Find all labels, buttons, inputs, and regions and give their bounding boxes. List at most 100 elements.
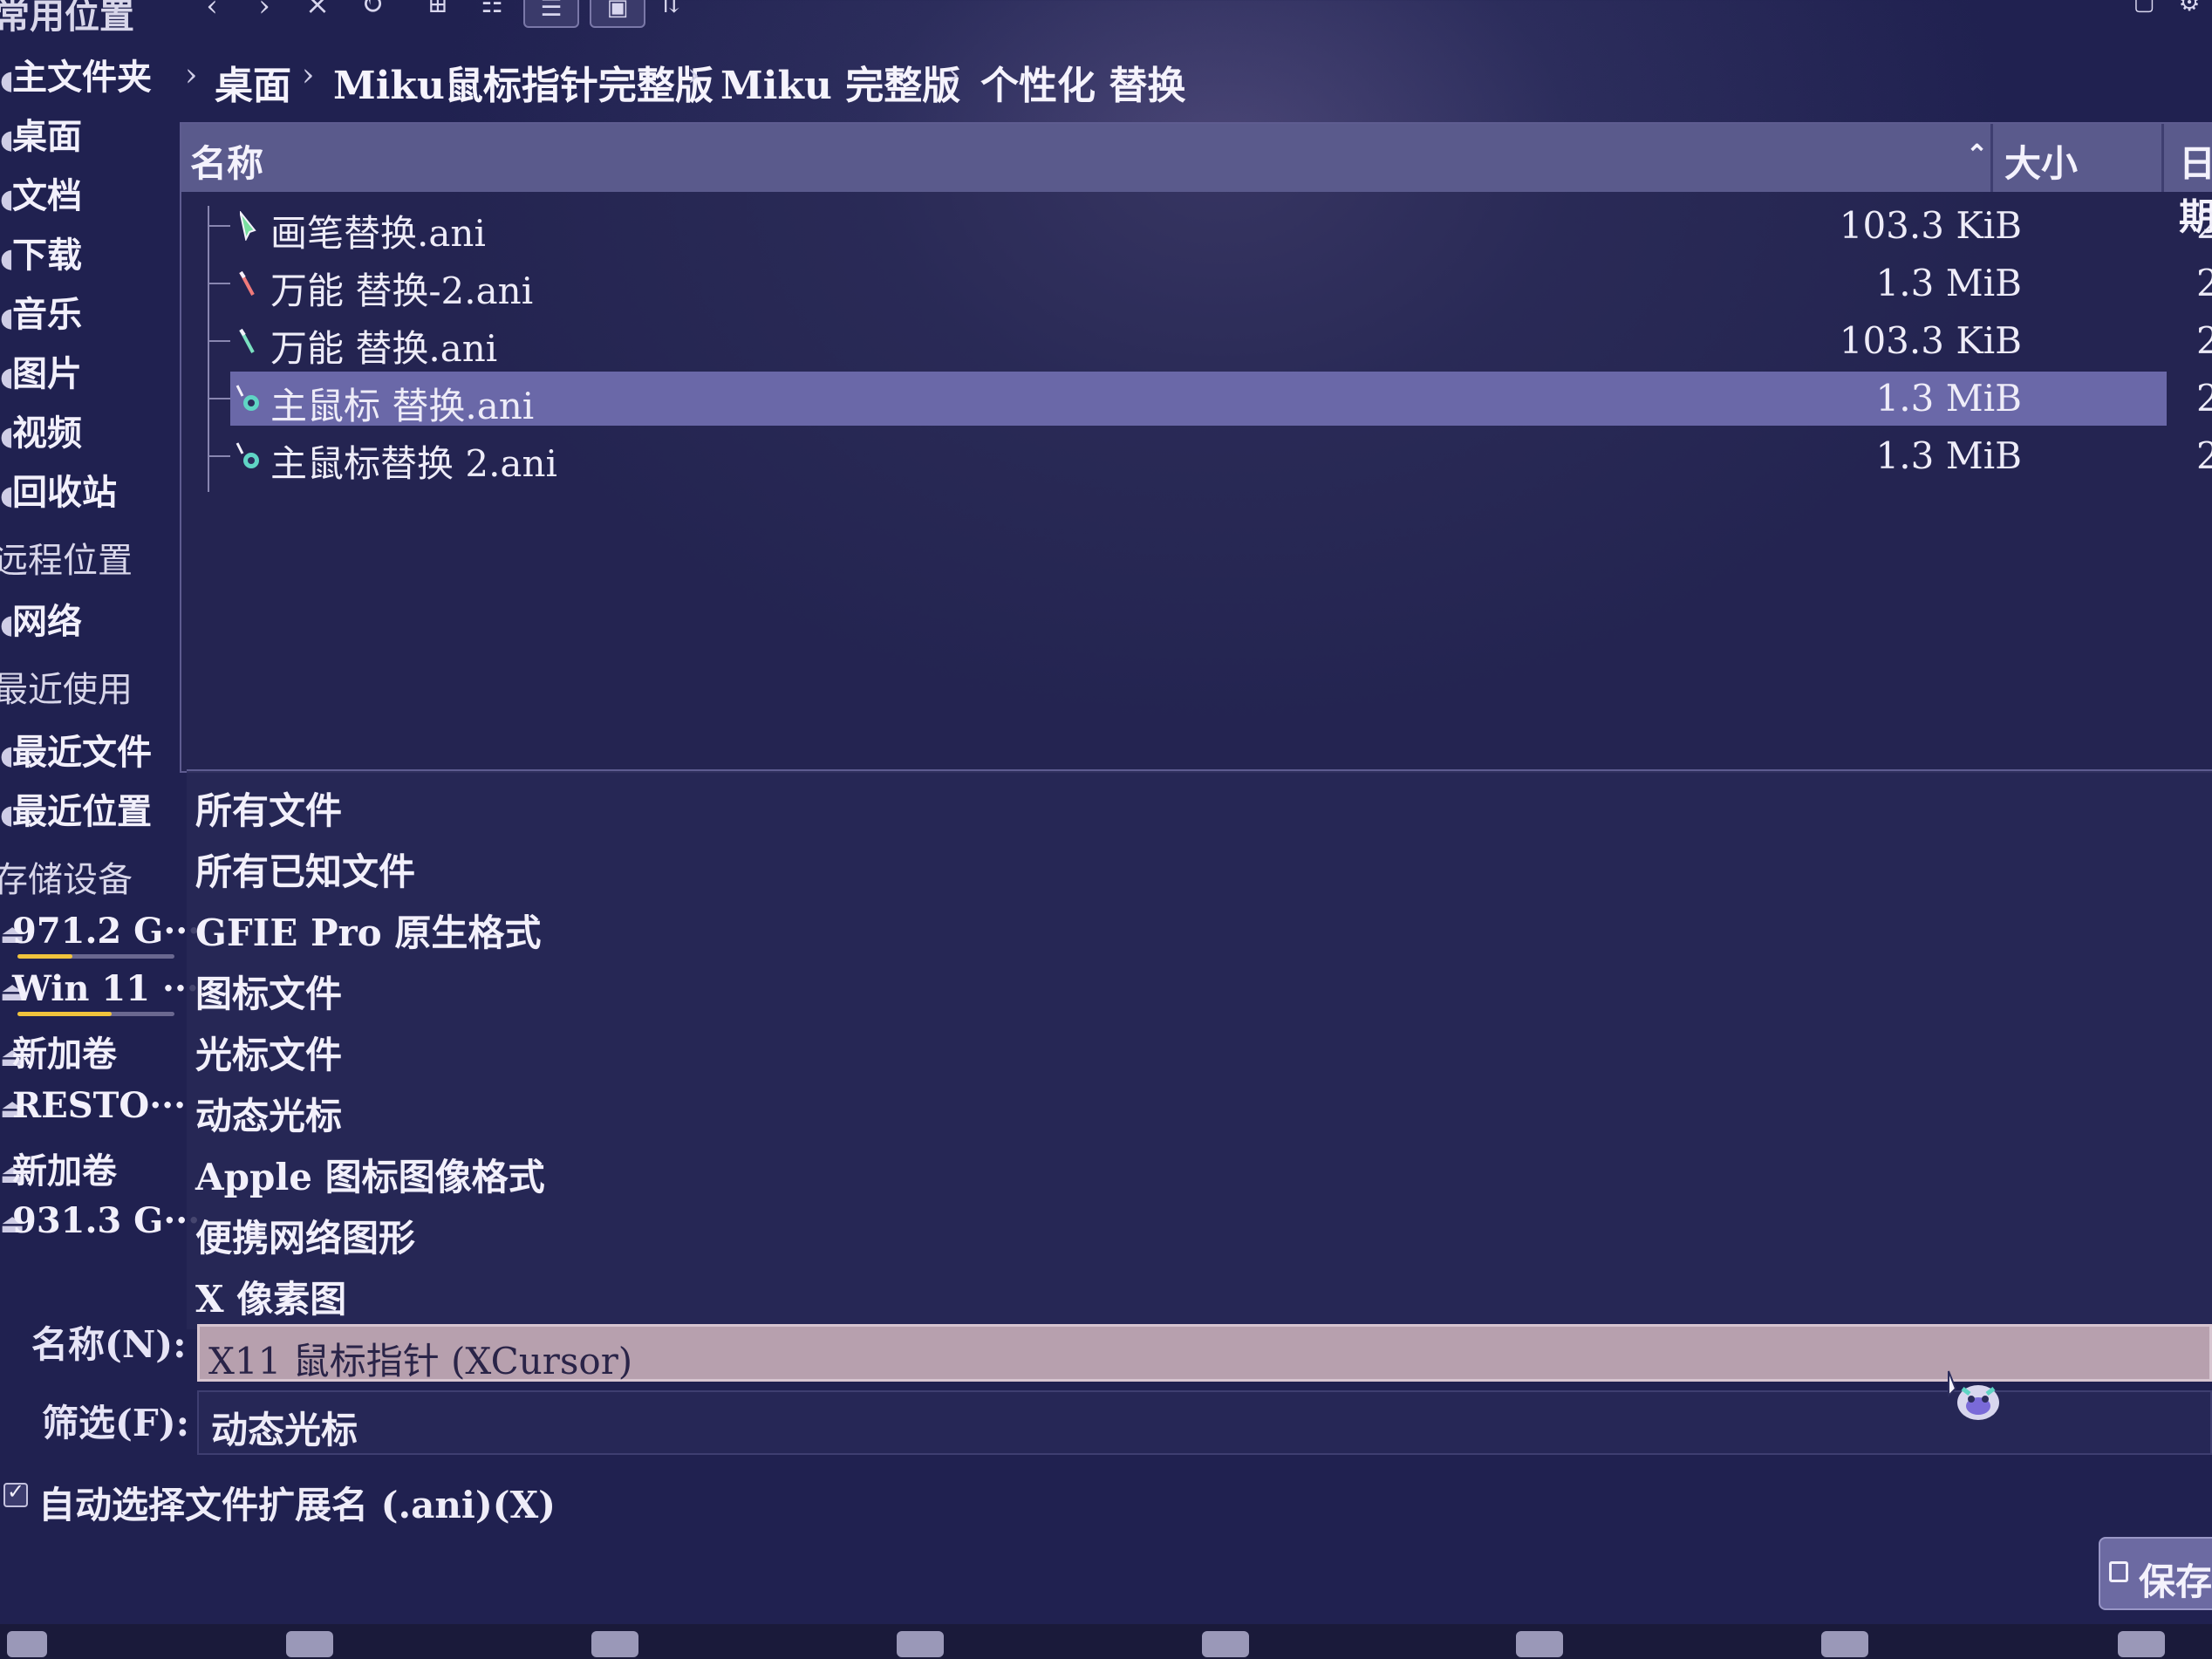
place-trash[interactable]: ◖回收站 — [0, 464, 183, 515]
forward-icon[interactable]: › — [251, 0, 277, 23]
drive-icon: ⏏ — [0, 919, 25, 950]
place-network[interactable]: ◖网络 — [0, 593, 183, 644]
refresh-icon[interactable]: ↻ — [356, 0, 387, 21]
breadcrumb-item[interactable]: Miku 完整版 — [720, 54, 960, 110]
file-size: 103.3 KiB — [1839, 204, 2022, 247]
taskbar-app-icon[interactable] — [890, 1626, 951, 1659]
file-size: 103.3 KiB — [1839, 319, 2022, 362]
filter-option[interactable]: 所有已知文件 — [195, 843, 415, 896]
place-desktop[interactable]: ◖桌面 — [0, 108, 183, 159]
file-row[interactable]: 万能 替换.ani 103.3 KiB 20 — [230, 314, 2212, 370]
column-size-header[interactable]: 大小 — [2004, 134, 2078, 188]
storage-header: 存储设备 — [0, 860, 133, 900]
chevron-right-icon: › — [302, 58, 315, 93]
file-size: 1.3 MiB — [1875, 377, 2022, 420]
save-icon — [2109, 1561, 2128, 1582]
desktop-icon: ◖ — [0, 125, 14, 155]
filter-option[interactable]: 光标文件 — [195, 1026, 342, 1079]
places-header: 常用位置 — [0, 0, 134, 37]
taskbar-app-icon[interactable] — [584, 1626, 645, 1659]
place-documents[interactable]: ◖文档 — [0, 167, 183, 218]
file-row-selected[interactable]: 主鼠标 替换.ani 1.3 MiB 20 — [230, 372, 2212, 427]
drive-item[interactable]: ⏏931.3 G··· — [0, 1200, 200, 1241]
file-row[interactable]: 画笔替换.ani 103.3 KiB 20 — [230, 199, 2212, 255]
place-downloads[interactable]: ◖下载 — [0, 227, 183, 277]
filter-option-highlighted[interactable]: X11 鼠标指针 (XCursor) — [197, 1324, 2212, 1382]
filter-option[interactable]: Apple 图标图像格式 — [195, 1148, 545, 1201]
sort-icon[interactable]: ⇅ — [652, 0, 687, 21]
tree-line — [208, 225, 230, 227]
taskbar-app-icon[interactable] — [1814, 1626, 1875, 1659]
tree-line — [208, 398, 230, 399]
taskbar-app-icon[interactable] — [1195, 1626, 1256, 1659]
auto-extension-checkbox[interactable] — [3, 1479, 28, 1507]
place-music[interactable]: ◖音乐 — [0, 286, 183, 337]
column-name-header[interactable]: 名称 — [190, 134, 263, 188]
pen-cursor-icon — [239, 270, 255, 296]
breadcrumb-item-current[interactable]: 个性化 替换 — [980, 54, 1185, 110]
file-row[interactable]: 万能 替换-2.ani 1.3 MiB 20 — [230, 256, 2212, 312]
breadcrumb-item[interactable]: 桌面 — [215, 54, 291, 110]
cancel-icon[interactable]: × — [302, 0, 333, 21]
filter-select[interactable]: 动态光标 — [197, 1390, 2212, 1455]
place-recent-files[interactable]: ◖最近文件 — [0, 724, 183, 775]
file-name: 画笔替换.ani — [270, 212, 486, 255]
taskbar-app-icon[interactable] — [1509, 1626, 1570, 1659]
file-date: 20 — [2196, 434, 2212, 477]
save-button-label: 保存( — [2139, 1560, 2212, 1603]
new-folder-icon[interactable]: ▢ — [2128, 0, 2160, 19]
filter-option[interactable]: 动态光标 — [195, 1087, 342, 1140]
save-button[interactable]: 保存( — [2099, 1537, 2212, 1610]
filter-option[interactable]: 图标文件 — [195, 965, 342, 1018]
chevron-right-icon: › — [947, 58, 960, 93]
drive-icon: ⏏ — [0, 977, 25, 1007]
name-label: 名称(N): — [31, 1323, 187, 1366]
taskbar-app-icon[interactable] — [2111, 1626, 2172, 1659]
mouse-pointer-icon — [1948, 1370, 1999, 1420]
chevron-right-icon: › — [185, 58, 198, 93]
filter-dropdown-list: 所有文件 所有已知文件 GFIE Pro 原生格式 图标文件 光标文件 动态光标… — [187, 769, 2212, 1329]
place-pictures[interactable]: ◖图片 — [0, 345, 183, 396]
place-videos[interactable]: ◖视频 — [0, 405, 183, 455]
file-name: 主鼠标替换 2.ani — [270, 442, 557, 485]
breadcrumb-item[interactable]: Miku鼠标指针完整版 — [333, 54, 713, 110]
place-home[interactable]: ◖主文件夹 — [0, 49, 183, 99]
tree-line — [208, 206, 209, 492]
drive-item[interactable]: ⏏新加卷 — [0, 1026, 183, 1076]
sort-ascending-icon: ⌃ — [1966, 140, 1989, 170]
home-icon: ◖ — [0, 65, 14, 96]
compact-view-icon[interactable]: ☷ — [474, 0, 509, 21]
drive-item[interactable]: ⏏971.2 G··· — [0, 911, 200, 952]
file-date: 20 — [2196, 204, 2212, 247]
places-sidebar: 常用位置 ◖主文件夹 ◖桌面 ◖文档 ◖下载 ◖音乐 ◖图片 ◖视频 ◖回收站 … — [0, 0, 200, 1273]
file-date: 20 — [2196, 262, 2212, 304]
trash-icon: ◖ — [0, 481, 14, 511]
filter-option[interactable]: 便携网络图形 — [195, 1209, 415, 1262]
list-view-icon[interactable]: ☰ — [523, 0, 579, 28]
drive-item[interactable]: ⏏新加卷 — [0, 1143, 183, 1193]
documents-icon: ◖ — [0, 184, 14, 215]
auto-extension-label[interactable]: 自动选择文件扩展名 (.ani)(X) — [38, 1476, 556, 1529]
recent-header: 最近使用 — [0, 670, 133, 710]
filter-label: 筛选(F): — [42, 1402, 190, 1444]
column-divider — [1990, 124, 1993, 192]
file-row[interactable]: 主鼠标替换 2.ani 1.3 MiB 20 — [230, 429, 2212, 485]
preview-icon[interactable]: ▣ — [590, 0, 645, 28]
filter-option[interactable]: GFIE Pro 原生格式 — [195, 904, 541, 957]
settings-icon[interactable]: ⚙ — [2172, 0, 2207, 19]
place-recent-locations[interactable]: ◖最近位置 — [0, 783, 183, 834]
drive-item[interactable]: ⏏Win 11 ··· — [0, 968, 199, 1009]
name-field-value: X11 鼠标指针 (XCursor) — [208, 1340, 633, 1382]
tree-line — [208, 340, 230, 342]
network-icon: ◖ — [0, 610, 14, 640]
drive-item[interactable]: ⏏RESTO··· — [0, 1085, 186, 1126]
taskbar-app-icon[interactable] — [0, 1626, 61, 1659]
file-size: 1.3 MiB — [1875, 262, 2022, 304]
filter-option[interactable]: X 像素图 — [195, 1270, 346, 1323]
grid-view-icon[interactable]: ⊞ — [420, 0, 455, 21]
taskbar-app-icon[interactable] — [279, 1626, 340, 1659]
miku-cursor-icon — [236, 442, 259, 468]
drive-usage-bar — [17, 1012, 174, 1016]
back-icon[interactable]: ‹ — [199, 0, 225, 23]
filter-option[interactable]: 所有文件 — [195, 782, 342, 835]
